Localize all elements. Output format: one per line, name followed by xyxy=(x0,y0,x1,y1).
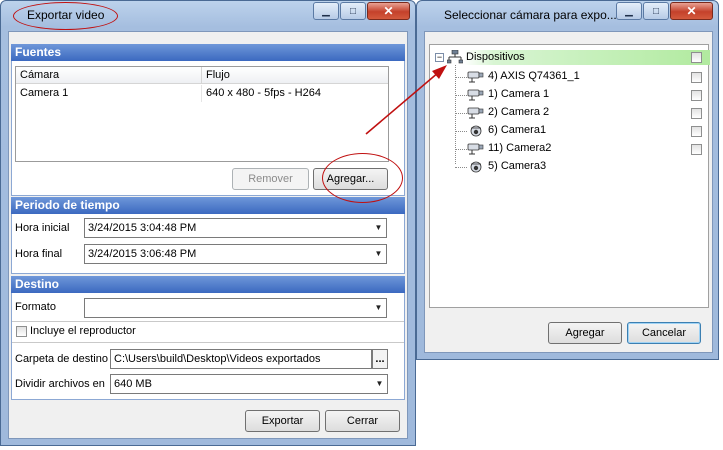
dome-camera-icon xyxy=(470,161,482,173)
column-header-camera[interactable]: Cámara xyxy=(16,67,202,84)
tree-item[interactable]: 1) Camera 1 xyxy=(430,87,710,103)
select-camera-client-area: − Dispositivos 4) AXIS Q74361_1 1) Camer… xyxy=(424,31,713,353)
tree-item-checkbox[interactable] xyxy=(691,108,702,119)
destination-body: Formato ▼ Incluye el reproductor Carpeta… xyxy=(11,293,405,400)
tree-item-label: 1) Camera 1 xyxy=(488,88,550,100)
box-camera-icon xyxy=(467,89,484,101)
include-player-label[interactable]: Incluye el reproductor xyxy=(30,325,136,337)
tree-branch xyxy=(455,113,467,114)
row-camera-cell: Camera 1 xyxy=(16,85,202,102)
tree-item-label: 11) Camera2 xyxy=(488,142,552,154)
chevron-down-icon[interactable]: ▼ xyxy=(371,219,386,237)
maximize-icon[interactable]: □ xyxy=(643,2,669,20)
add-button-highlight-circle xyxy=(322,153,403,203)
destination-folder-value: C:\Users\build\Desktop\Videos exportados xyxy=(114,353,321,365)
format-select[interactable]: ▼ xyxy=(84,298,387,318)
tree-item-checkbox[interactable] xyxy=(691,144,702,155)
browse-label: ... xyxy=(375,353,385,365)
tree-root-checkbox[interactable] xyxy=(691,52,702,63)
tree-branch xyxy=(455,77,467,78)
tree-expander[interactable]: − xyxy=(435,53,444,62)
split-files-select[interactable]: 640 MB ▼ xyxy=(110,374,388,394)
tree-item-label: 5) Camera3 xyxy=(488,160,547,172)
dome-camera-icon xyxy=(470,125,482,137)
add-camera-button[interactable]: Agregar xyxy=(548,322,622,344)
maximize-icon[interactable]: □ xyxy=(340,2,366,20)
tree-expander-glyph: − xyxy=(436,52,443,62)
chevron-down-icon[interactable]: ▼ xyxy=(371,299,386,317)
end-time-value: 3/24/2015 3:06:48 PM xyxy=(88,248,197,260)
tree-item-label: 2) Camera 2 xyxy=(488,106,550,118)
start-time-picker[interactable]: 3/24/2015 3:04:48 PM ▼ xyxy=(84,218,387,238)
end-time-label: Hora final xyxy=(15,248,63,260)
select-caption-buttons: ▁ □ ✕ xyxy=(616,2,713,20)
select-camera-window-title: Seleccionar cámara para expo... xyxy=(444,8,617,22)
export-client-area: Fuentes Cámara Flujo Camera 1 640 x 480 … xyxy=(8,31,408,439)
device-tree[interactable]: − Dispositivos 4) AXIS Q74361_1 1) Camer… xyxy=(429,44,710,308)
tree-item[interactable]: 5) Camera3 xyxy=(430,159,710,175)
title-highlight-circle xyxy=(13,2,118,30)
browse-folder-button[interactable]: ... xyxy=(372,349,388,369)
minimize-icon[interactable]: ▁ xyxy=(616,2,642,20)
close-icon[interactable]: ✕ xyxy=(367,2,410,20)
tree-branch xyxy=(455,95,467,96)
tree-item-label: 6) Camera1 xyxy=(488,124,547,136)
row-stream-cell: 640 x 480 - 5fps - H264 xyxy=(206,87,321,99)
table-row[interactable]: Camera 1 640 x 480 - 5fps - H264 xyxy=(16,85,388,102)
box-camera-icon xyxy=(467,107,484,119)
destination-separator xyxy=(12,321,404,322)
tree-item-label: 4) AXIS Q74361_1 xyxy=(488,70,580,82)
network-devices-icon xyxy=(447,50,463,64)
cancel-button[interactable]: Cancelar xyxy=(627,322,701,344)
destination-separator xyxy=(12,342,404,343)
destination-group: Destino Formato ▼ Incluye el reproductor… xyxy=(11,276,405,400)
export-video-window: Exportar video ▁ □ ✕ Fuentes Cámara Fluj… xyxy=(0,0,416,446)
time-period-body: Hora inicial 3/24/2015 3:04:48 PM ▼ Hora… xyxy=(11,214,405,274)
split-files-label: Dividir archivos en xyxy=(15,378,105,390)
sources-table: Cámara Flujo Camera 1 640 x 480 - 5fps -… xyxy=(15,66,389,162)
tree-item[interactable]: 11) Camera2 xyxy=(430,141,710,157)
start-time-label: Hora inicial xyxy=(15,222,70,234)
split-files-value: 640 MB xyxy=(114,378,152,390)
chevron-down-icon[interactable]: ▼ xyxy=(371,245,386,263)
destination-folder-label: Carpeta de destino xyxy=(15,353,108,365)
format-label: Formato xyxy=(15,301,56,313)
destination-folder-input[interactable]: C:\Users\build\Desktop\Videos exportados xyxy=(110,349,372,369)
minimize-icon[interactable]: ▁ xyxy=(313,2,339,20)
close-icon[interactable]: ✕ xyxy=(670,2,713,20)
close-button[interactable]: Cerrar xyxy=(325,410,400,432)
column-header-stream[interactable]: Flujo xyxy=(202,67,388,84)
tree-item[interactable]: 4) AXIS Q74361_1 xyxy=(430,69,710,85)
end-time-picker[interactable]: 3/24/2015 3:06:48 PM ▼ xyxy=(84,244,387,264)
remove-button[interactable]: Remover xyxy=(232,168,309,190)
tree-root-label[interactable]: Dispositivos xyxy=(466,51,525,63)
destination-header: Destino xyxy=(11,276,405,293)
select-camera-window: Seleccionar cámara para expo... ▁ □ ✕ − … xyxy=(416,0,719,360)
select-camera-title-bar[interactable]: Seleccionar cámara para expo... ▁ □ ✕ xyxy=(417,1,718,29)
tree-branch xyxy=(455,131,467,132)
tree-item[interactable]: 2) Camera 2 xyxy=(430,105,710,121)
start-time-value: 3/24/2015 3:04:48 PM xyxy=(88,222,197,234)
tree-branch xyxy=(455,167,467,168)
tree-item[interactable]: 6) Camera1 xyxy=(430,123,710,139)
tree-item-checkbox[interactable] xyxy=(691,72,702,83)
tree-item-checkbox[interactable] xyxy=(691,90,702,101)
box-camera-icon xyxy=(467,143,484,155)
export-caption-buttons: ▁ □ ✕ xyxy=(313,2,410,20)
chevron-down-icon[interactable]: ▼ xyxy=(372,375,387,393)
sources-header: Fuentes xyxy=(11,44,405,61)
export-button[interactable]: Exportar xyxy=(245,410,320,432)
tree-item-checkbox[interactable] xyxy=(691,126,702,137)
time-period-group: Periodo de tiempo Hora inicial 3/24/2015… xyxy=(11,197,405,274)
box-camera-icon xyxy=(467,71,484,83)
tree-branch xyxy=(455,149,467,150)
include-player-checkbox[interactable] xyxy=(16,326,27,337)
